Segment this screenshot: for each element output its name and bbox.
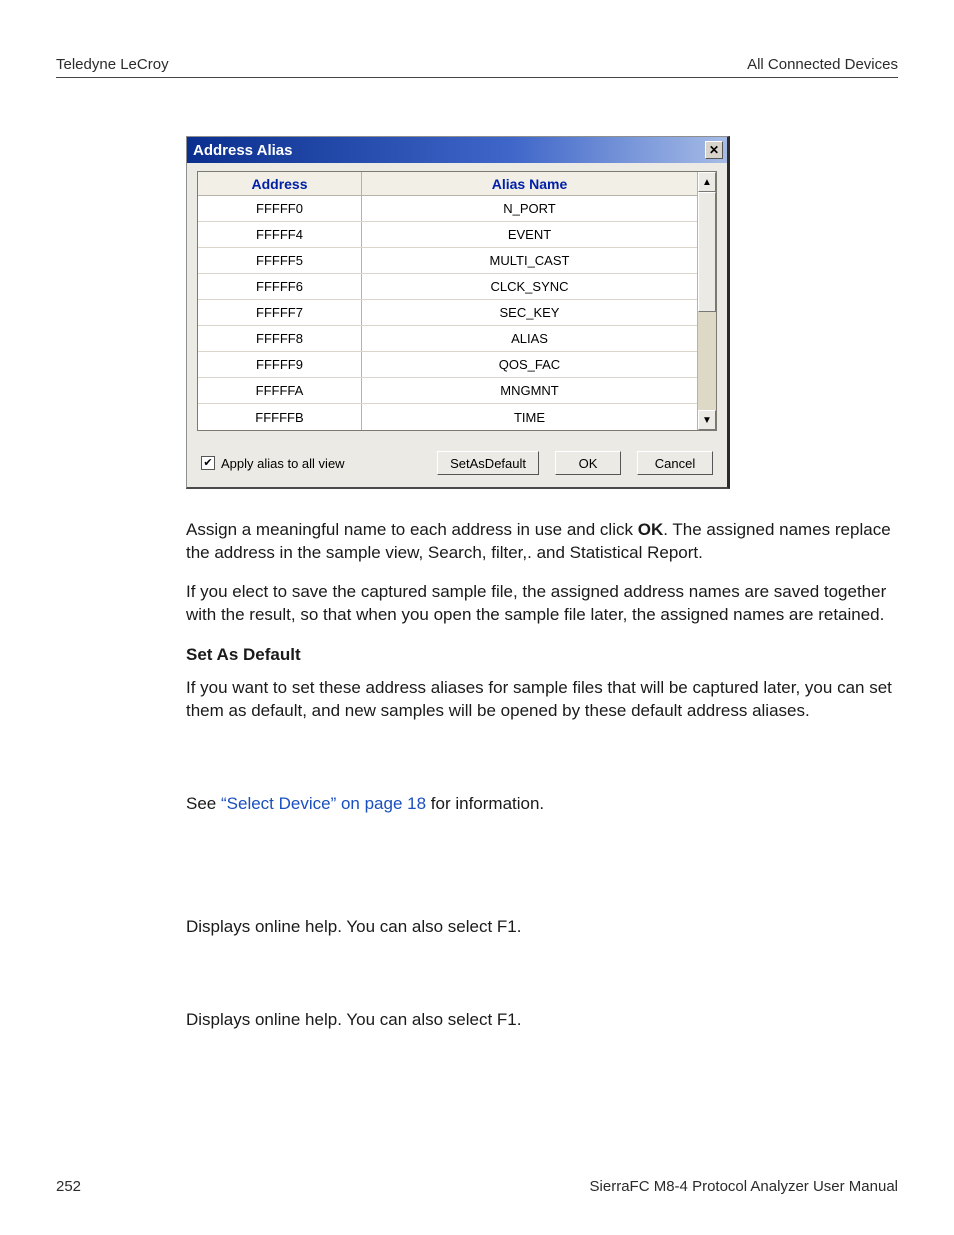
scroll-down-icon[interactable]: ▼ (698, 410, 716, 430)
address-cell[interactable]: FFFFF7 (198, 300, 362, 325)
paragraph: Displays online help. You can also selec… (186, 916, 906, 939)
header-right: All Connected Devices (747, 56, 898, 73)
paragraph: Assign a meaningful name to each address… (186, 519, 906, 565)
alias-cell[interactable]: N_PORT (362, 196, 697, 221)
address-cell[interactable]: FFFFF5 (198, 248, 362, 273)
address-cell[interactable]: FFFFFA (198, 378, 362, 403)
alias-cell[interactable]: MNGMNT (362, 378, 697, 403)
address-alias-dialog: Address Alias ✕ Address Alias Name FFFFF… (186, 136, 730, 489)
alias-cell[interactable]: SEC_KEY (362, 300, 697, 325)
table-row[interactable]: FFFFF7SEC_KEY (198, 300, 697, 326)
address-cell[interactable]: FFFFF0 (198, 196, 362, 221)
ok-button[interactable]: OK (555, 451, 621, 475)
text: Assign a meaningful name to each address… (186, 520, 638, 539)
scroll-thumb[interactable] (698, 192, 716, 312)
subheading: Set As Default (186, 645, 906, 665)
table-row[interactable]: FFFFFBTIME (198, 404, 697, 430)
alias-cell[interactable]: MULTI_CAST (362, 248, 697, 273)
address-cell[interactable]: FFFFF8 (198, 326, 362, 351)
text: for information. (426, 794, 544, 813)
column-header-alias[interactable]: Alias Name (362, 172, 697, 195)
scroll-track[interactable] (698, 312, 716, 410)
vertical-scrollbar[interactable]: ▲ ▼ (697, 172, 717, 430)
address-cell[interactable]: FFFFF6 (198, 274, 362, 299)
apply-alias-label: Apply alias to all view (221, 456, 345, 471)
cross-reference-link[interactable]: “Select Device” on page 18 (221, 794, 426, 813)
column-header-address[interactable]: Address (198, 172, 362, 195)
paragraph: Displays online help. You can also selec… (186, 1009, 906, 1032)
table-row[interactable]: FFFFF6CLCK_SYNC (198, 274, 697, 300)
footer-title: SierraFC M8-4 Protocol Analyzer User Man… (590, 1178, 898, 1195)
dialog-titlebar[interactable]: Address Alias ✕ (187, 137, 727, 163)
address-cell[interactable]: FFFFF9 (198, 352, 362, 377)
text: See (186, 794, 221, 813)
page-number: 252 (56, 1178, 81, 1195)
address-cell[interactable]: FFFFFB (198, 404, 362, 430)
alias-cell[interactable]: ALIAS (362, 326, 697, 351)
table-row[interactable]: FFFFF8ALIAS (198, 326, 697, 352)
alias-cell[interactable]: TIME (362, 404, 697, 430)
alias-cell[interactable]: EVENT (362, 222, 697, 247)
close-icon[interactable]: ✕ (705, 141, 723, 159)
scroll-up-icon[interactable]: ▲ (698, 172, 716, 192)
table-row[interactable]: FFFFF4EVENT (198, 222, 697, 248)
cancel-button[interactable]: Cancel (637, 451, 713, 475)
set-as-default-button[interactable]: SetAsDefault (437, 451, 539, 475)
address-cell[interactable]: FFFFF4 (198, 222, 362, 247)
table-row[interactable]: FFFFF5MULTI_CAST (198, 248, 697, 274)
paragraph: If you elect to save the captured sample… (186, 581, 906, 627)
alias-table: Address Alias Name FFFFF0N_PORTFFFFF4EVE… (197, 171, 717, 431)
alias-cell[interactable]: QOS_FAC (362, 352, 697, 377)
dialog-title: Address Alias (193, 142, 293, 159)
alias-cell[interactable]: CLCK_SYNC (362, 274, 697, 299)
table-row[interactable]: FFFFF0N_PORT (198, 196, 697, 222)
apply-alias-checkbox[interactable]: ✔ Apply alias to all view (201, 456, 345, 471)
table-row[interactable]: FFFFF9QOS_FAC (198, 352, 697, 378)
header-rule (56, 77, 898, 78)
paragraph: If you want to set these address aliases… (186, 677, 906, 723)
table-row[interactable]: FFFFFAMNGMNT (198, 378, 697, 404)
text-bold: OK (638, 520, 664, 539)
header-left: Teledyne LeCroy (56, 56, 169, 73)
checkbox-icon[interactable]: ✔ (201, 456, 215, 470)
paragraph: See “Select Device” on page 18 for infor… (186, 793, 906, 816)
